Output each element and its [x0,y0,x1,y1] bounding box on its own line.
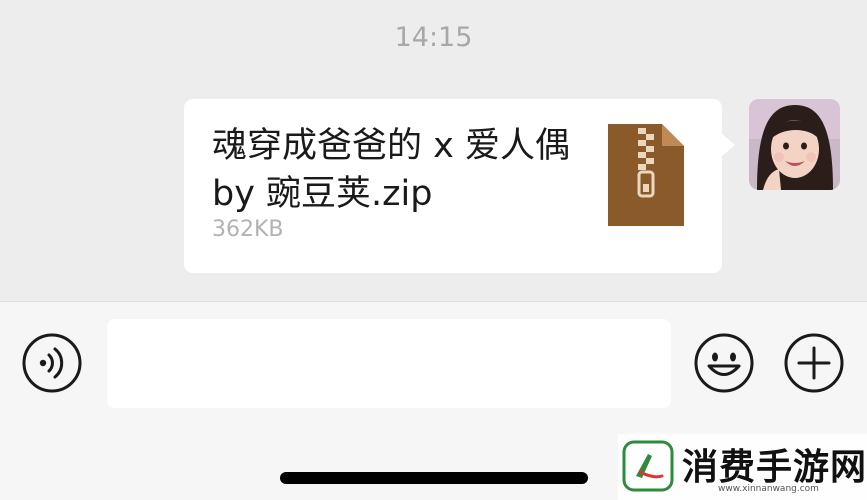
avatar-photo [749,99,840,190]
avatar[interactable] [749,99,840,190]
file-name: 魂穿成爸爸的 x 爱人偶 by 豌豆荚.zip [212,126,570,214]
file-message-bubble[interactable]: 魂穿成爸爸的 x 爱人偶 by 豌豆荚.zip 362KB [184,99,735,273]
zip-file-icon [608,124,684,226]
file-size: 362KB [212,217,284,242]
watermark: 消费手游网 www.xinnanwang.com [618,434,867,500]
message-timestamp: 14:15 [394,22,473,53]
chat-area: 14:15 魂穿成爸爸的 x 爱人偶 by 豌豆荚.zip 362KB [0,0,867,301]
watermark-url: www.xinnanwang.com [718,484,819,494]
emoji-icon[interactable] [694,333,754,393]
message-input[interactable] [107,319,671,408]
plus-icon[interactable] [784,333,844,393]
watermark-logo-icon [622,440,674,492]
home-indicator[interactable] [280,472,588,484]
voice-icon[interactable] [22,333,82,393]
watermark-text: 消费手游网 [682,446,867,488]
